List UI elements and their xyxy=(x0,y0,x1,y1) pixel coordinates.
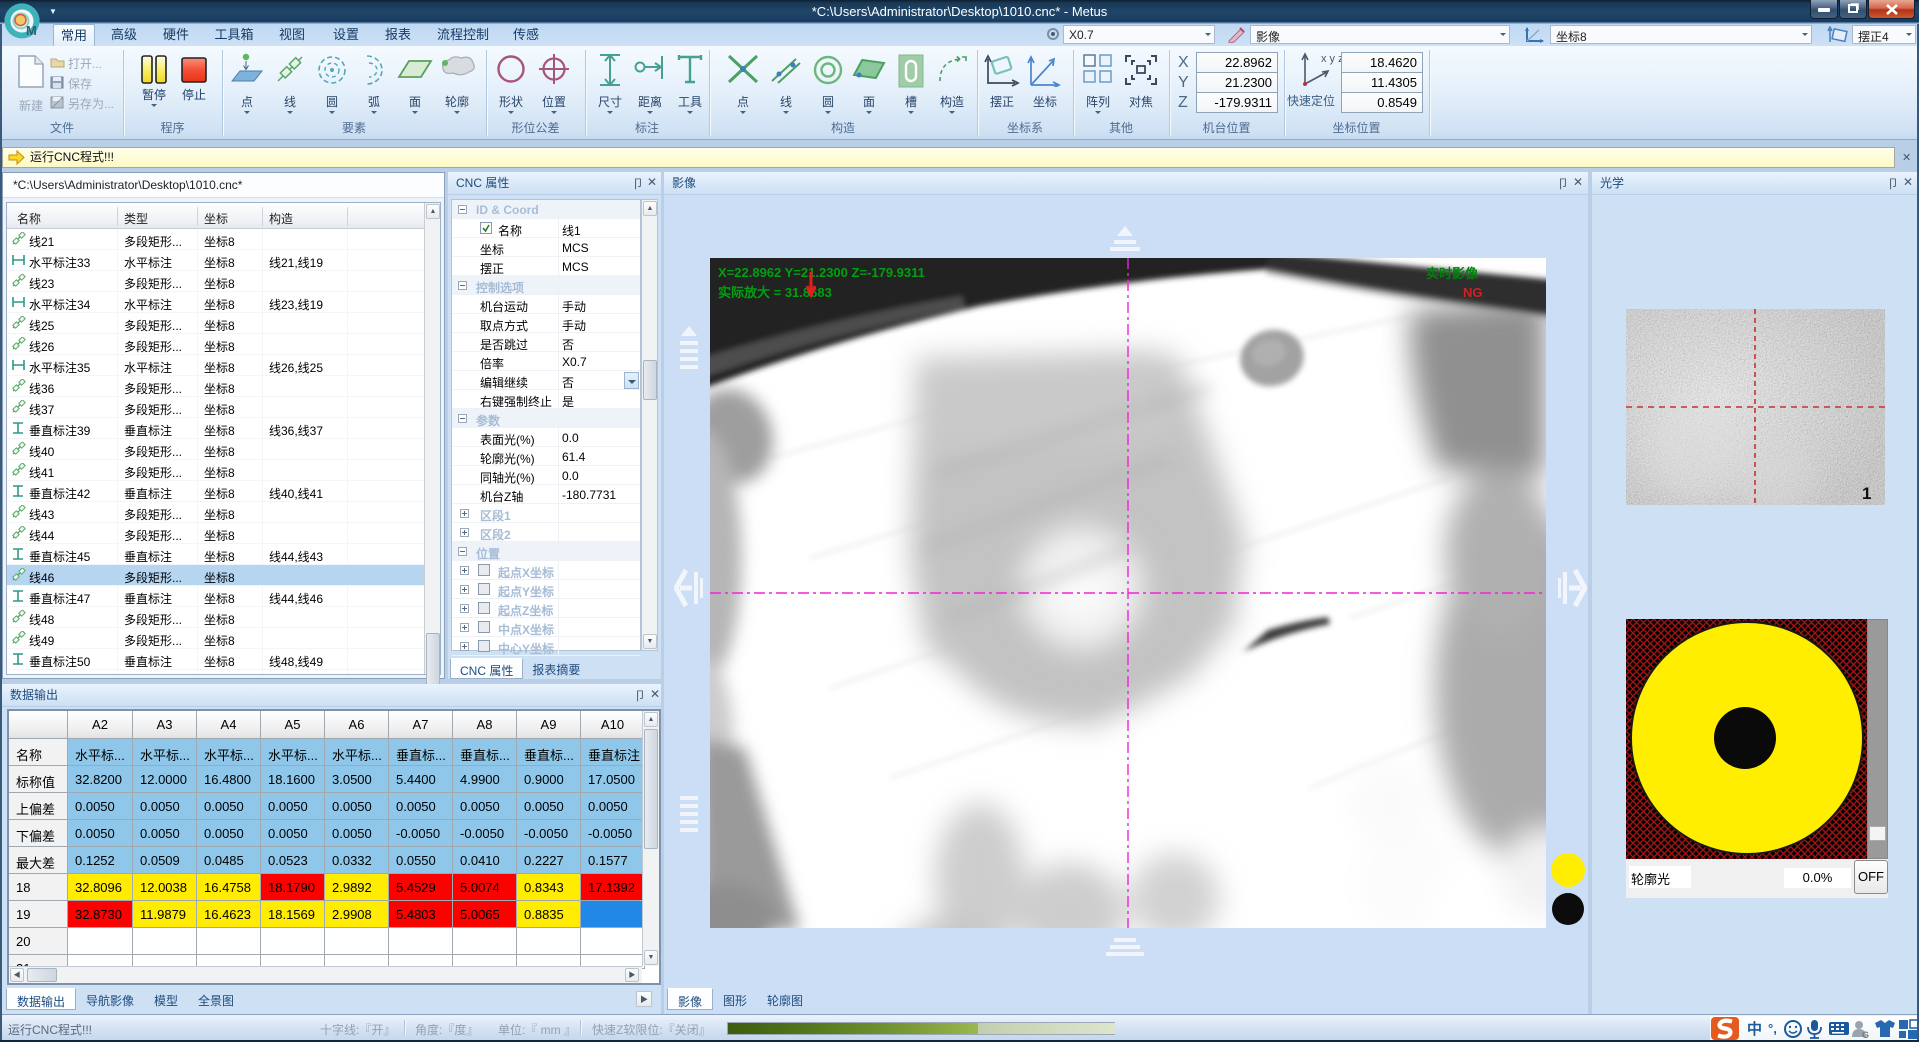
svg-text:°,: °, xyxy=(1768,1021,1777,1036)
svg-text:G: G xyxy=(1862,1030,1869,1040)
svg-text:中: 中 xyxy=(1747,1020,1762,1038)
svg-text:实时影像: 实时影像 xyxy=(1426,266,1479,281)
svg-text:NG: NG xyxy=(1463,285,1483,300)
svg-text:M: M xyxy=(26,23,37,38)
svg-text:X=22.8962 Y=21.2300 Z=-179.9: X=22.8962 Y=21.2300 Z=-179.9311 xyxy=(718,265,925,280)
svg-text:1: 1 xyxy=(1862,484,1871,503)
